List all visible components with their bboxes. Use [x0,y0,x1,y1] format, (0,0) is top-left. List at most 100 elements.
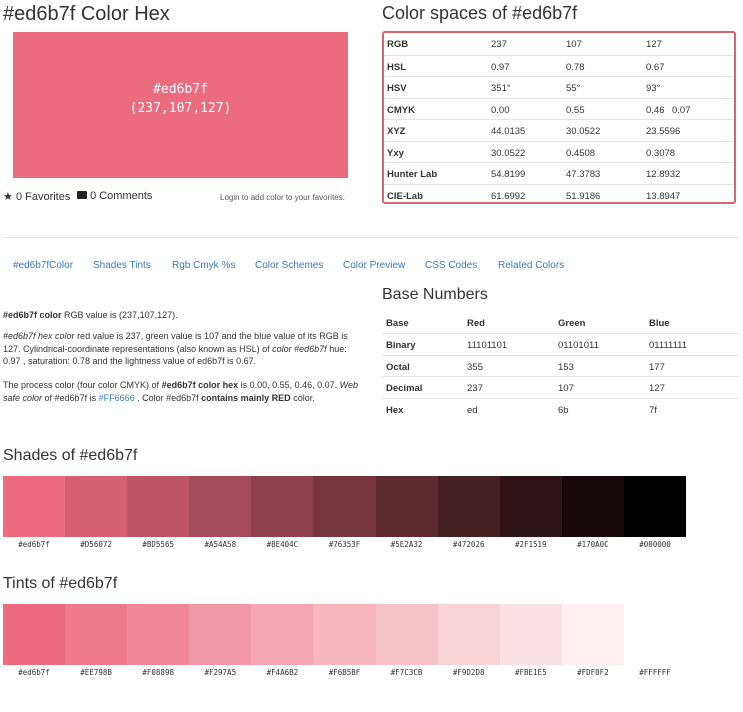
colorspace-row: Hunter Lab 54.8199 47.3783 12.8932 [384,162,734,185]
colorspace-value: 351° [491,83,511,94]
shades-code[interactable]: #D56072 [65,540,127,549]
colorspace-value: 13.8947 [646,190,681,202]
base-value: 7f [649,404,657,416]
tab-color-preview[interactable]: Color Preview [343,260,405,271]
colorspace-value: 107 [566,39,582,50]
desc-bold: #ed6b7f color hex [161,380,239,390]
tints-swatch[interactable] [65,604,128,665]
colorspace-label: HSL [387,61,406,73]
tints-swatch[interactable] [375,604,438,665]
bn-header-base: Base [386,318,409,329]
tints-swatch[interactable] [561,604,624,665]
shades-code[interactable]: #BD5565 [127,540,189,549]
base-value: 127 [649,383,665,394]
tints-code[interactable]: #FBE1E5 [500,668,562,677]
login-hint[interactable]: Login to add color to your favorites. [220,193,345,202]
base-value: 177 [649,361,665,373]
shades-code[interactable]: #472026 [438,540,500,549]
colorspace-value: 0.67 [646,61,665,73]
color-swatch: #ed6b7f (237,107,127) [13,32,348,178]
shades-code[interactable]: #5E2A32 [376,540,438,549]
tab-color-schemes[interactable]: Color Schemes [255,260,323,271]
colorspace-value: 237 [491,39,507,50]
shades-swatch[interactable] [375,476,438,537]
shades-swatch[interactable] [499,476,562,537]
tints-swatch[interactable] [499,604,562,665]
colorspace-value: 0.4508 [566,147,596,159]
shades-swatch[interactable] [65,476,128,537]
tints-code[interactable]: #F9D2D8 [438,668,500,677]
description-cmyk: The process color (four color CMYK) of #… [3,379,363,404]
shades-swatch[interactable] [3,476,66,537]
shades-code[interactable]: #000000 [624,540,686,549]
tints-swatch[interactable] [3,604,66,665]
tab-rgb-cmyk[interactable]: Rgb Cmyk %s [172,260,235,271]
favorites-count: 0 Favorites [15,191,71,203]
colorspace-value: 30.0522 [491,147,526,159]
tints-code[interactable]: #F6B5BF [314,668,376,677]
desc-italic: #ed6b7f hex color [3,331,75,341]
shades-swatch[interactable] [189,476,252,537]
shades-swatch[interactable] [623,476,687,537]
tints-swatch[interactable] [437,604,500,665]
colorspace-value: 51.9186 [566,190,601,202]
base-value: ed [467,404,478,416]
shades-code[interactable]: #A54A58 [189,540,251,549]
shades-swatch[interactable] [127,476,190,537]
tints-swatch[interactable] [127,604,190,665]
shades-swatch[interactable] [251,476,314,537]
colorspace-label: CMYK [387,104,415,116]
base-value: 153 [558,361,574,373]
shades-title: Shades of #ed6b7f [3,447,138,464]
shades-code[interactable]: #ed6b7f [3,540,65,549]
base-label: Binary [386,340,416,351]
shades-code[interactable]: #2F1519 [500,540,562,549]
shades-code[interactable]: #8E404C [251,540,313,549]
tints-code[interactable]: #F4A6B2 [251,668,313,677]
tints-title: Tints of #ed6b7f [3,575,118,592]
tints-code[interactable]: #EE798B [65,668,127,677]
comment-icon [77,191,87,199]
base-value: 11101101 [467,340,508,351]
base-numbers-row: Binary 11101101 01101011 01111111 [382,333,739,356]
divider [3,237,739,238]
tab-shades-tints[interactable]: Shades Tints [93,260,151,271]
shades-swatch[interactable] [313,476,376,537]
desc-text: RGB value is (237,107,127). [61,310,178,320]
page-title: #ed6b7f Color Hex [3,3,170,25]
tints-code[interactable]: #FFFFFF [624,668,686,677]
desc-bold: contains mainly RED [201,392,291,403]
tab-css-codes[interactable]: CSS Codes [425,260,477,271]
bn-header-green: Green [558,318,586,329]
colorspace-row: HSL 0.97 0.78 0.67 [384,54,734,78]
tints-code[interactable]: #FDF0F2 [562,668,624,677]
base-numbers-row: Decimal 237 107 127 [382,376,739,399]
base-label: Hex [386,404,404,416]
shades-swatch[interactable] [437,476,500,537]
tints-code[interactable]: #F7C3CB [376,668,438,677]
shades-code[interactable]: #170A0C [562,540,624,549]
shades-code[interactable]: #76353F [314,540,376,549]
favorites-link[interactable]: ★ 0 Favorites [3,190,70,203]
description-rgb: #ed6b7f color RGB value is (237,107,127)… [3,309,363,322]
tab-related-colors[interactable]: Related Colors [498,260,564,271]
colorspace-label: HSV [387,83,407,94]
tints-swatch[interactable] [313,604,376,665]
colorspace-row: Yxy 30.0522 0.4508 0.3078 [384,140,734,164]
star-icon: ★ [3,191,13,203]
tab-color[interactable]: #ed6b7fColor [13,260,73,271]
tints-swatch[interactable] [251,604,314,665]
websafe-link[interactable]: #FF6666 [99,393,135,403]
tints-swatch[interactable] [189,604,252,665]
comments-link[interactable]: 0 Comments [77,190,152,202]
description-hsl: #ed6b7f hex color red value is 237, gree… [3,330,363,368]
base-value: 237 [467,383,483,394]
shades-swatch[interactable] [561,476,624,537]
colorspace-label: Yxy [387,147,404,159]
base-numbers-row: Octal 355 153 177 [382,354,739,378]
tints-code[interactable]: #F08898 [127,668,189,677]
bn-header-red: Red [467,318,485,329]
tints-code[interactable]: #ed6b7f [3,668,65,677]
tints-swatch[interactable] [623,604,687,665]
tints-code[interactable]: #F297A5 [189,668,251,677]
